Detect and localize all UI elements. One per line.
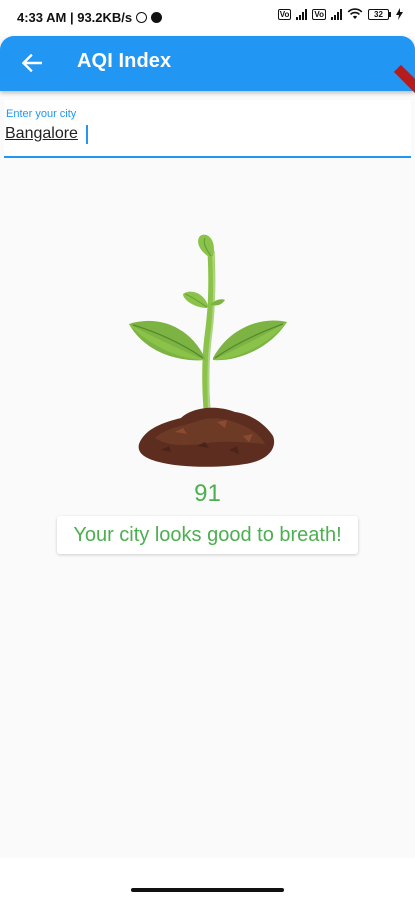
volte-badge-1: Vo bbox=[277, 8, 292, 20]
city-input[interactable] bbox=[4, 122, 405, 146]
text-caret bbox=[86, 125, 88, 144]
home-indicator[interactable] bbox=[131, 888, 284, 892]
city-field-label: Enter your city bbox=[6, 108, 77, 120]
status-time-speed: 4:33 AM | 93.2KB/s bbox=[17, 10, 133, 25]
gesture-nav-bar bbox=[0, 858, 415, 900]
status-bar-right: Vo Vo 32 bbox=[277, 8, 403, 20]
charging-icon bbox=[396, 8, 403, 20]
city-field[interactable]: Enter your city bbox=[4, 100, 411, 158]
status-bar: 4:33 AM | 93.2KB/s Vo Vo 32 bbox=[0, 0, 415, 36]
wifi-icon bbox=[347, 8, 363, 19]
battery-level: 32 bbox=[368, 8, 389, 20]
page-title: AQI Index bbox=[77, 50, 172, 72]
back-button[interactable] bbox=[14, 45, 50, 81]
app-bar: AQI Index bbox=[0, 36, 415, 94]
app-screen: 4:33 AM | 93.2KB/s Vo Vo 32 AQI Index En… bbox=[0, 0, 415, 900]
arrow-left-icon bbox=[22, 54, 42, 72]
whatsapp-icon bbox=[136, 12, 148, 23]
aqi-status-message: Your city looks good to breath! bbox=[73, 523, 342, 546]
status-bar-left: 4:33 AM | 93.2KB/s bbox=[17, 10, 163, 25]
debug-ribbon bbox=[393, 64, 415, 94]
volte-badge-2: Vo bbox=[312, 8, 326, 20]
aqi-value: 91 bbox=[194, 480, 221, 507]
data-saver-icon bbox=[151, 12, 163, 23]
battery-icon: 32 bbox=[368, 8, 391, 20]
sprout-icon bbox=[129, 234, 287, 467]
signal-icon-2 bbox=[331, 8, 342, 20]
aqi-status-card: Your city looks good to breath! bbox=[57, 516, 358, 554]
signal-icon bbox=[296, 8, 308, 20]
